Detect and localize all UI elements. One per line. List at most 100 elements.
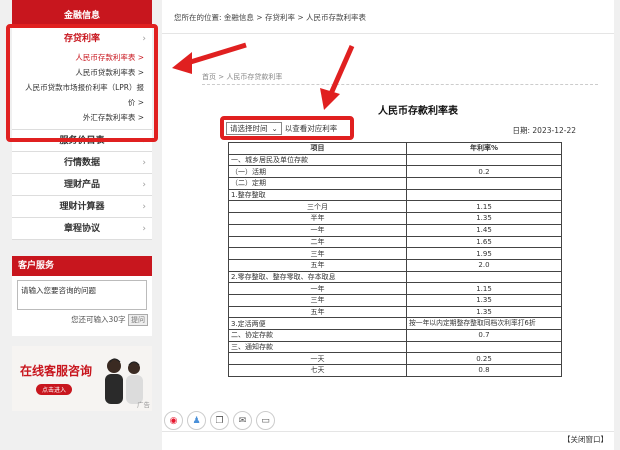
sidebar-menu: 存贷利率 › 人民币存款利率表 > 人民币贷款利率表 > 人民币贷款市场报价利率… xyxy=(12,26,152,240)
sidebar-item-wealth-products[interactable]: 理财产品 › xyxy=(12,174,152,196)
rate-item-cell: 三个月 xyxy=(228,200,407,214)
sidebar-item-agreements[interactable]: 章程协议 › xyxy=(12,218,152,240)
table-row: （一）活期 0.2 xyxy=(228,165,562,179)
inner-breadcrumb[interactable]: 首页 > 人民币存贷款利率 xyxy=(202,72,282,82)
rate-item-cell: 七天 xyxy=(228,364,407,377)
banner-enter-button[interactable]: 点击进入 xyxy=(36,384,73,395)
rate-value-cell: 1.35 xyxy=(406,305,562,319)
copy-icon[interactable]: ❐ xyxy=(210,411,229,430)
chevron-right-icon: › xyxy=(142,158,146,168)
table-row: 五年 1.35 xyxy=(228,305,562,319)
question-input[interactable]: 请输入您要咨询的问题 xyxy=(17,280,147,310)
rate-value-cell: 1.65 xyxy=(406,235,562,249)
main-panel: 您所在的位置: 金融信息 > 存贷利率 > 人民币存款利率表 首页 > 人民币存… xyxy=(162,0,614,450)
col-header-rate: 年利率% xyxy=(406,142,562,155)
table-body: 一、城乡居民及单位存款 （一）活期 0.2 （二）定期 1.整存整取 三个月 1.15 半年 1… xyxy=(228,153,562,377)
chat-icon[interactable]: ▭ xyxy=(256,411,275,430)
sidebar-item-service-prices[interactable]: 服务价目表 › xyxy=(12,130,152,152)
deposit-loan-title: 存贷利率 xyxy=(63,34,100,44)
rate-item-cell: 三年 xyxy=(228,293,407,307)
rate-value-cell: 0.2 xyxy=(406,165,562,179)
sidebar-item-market-data[interactable]: 行情数据 › xyxy=(12,152,152,174)
rate-value-cell: 1.35 xyxy=(406,212,562,225)
question-footer: 您还可输入30字 提问 xyxy=(12,314,152,326)
rate-item-cell: （二）定期 xyxy=(228,177,407,190)
rate-value-cell: 按一年以内定期整存整取同档次利率打6折 xyxy=(406,317,562,330)
table-row: 3.定活两便 按一年以内定期整存整取同档次利率打6折 xyxy=(228,317,562,330)
rate-item-cell: 3.定活两便 xyxy=(228,317,407,330)
sidebar-subitem-rmb-deposit-rates[interactable]: 人民币存款利率表 > xyxy=(12,50,152,65)
rate-value-cell: 1.35 xyxy=(406,293,562,307)
close-window-button[interactable]: 【关闭窗口】 xyxy=(563,434,608,445)
chevron-right-icon: › xyxy=(142,34,146,44)
rate-value-cell xyxy=(406,270,562,284)
mail-icon[interactable]: ✉ xyxy=(233,411,252,430)
table-row: 三个月 1.15 xyxy=(228,200,562,214)
table-row: 三年 1.95 xyxy=(228,247,562,260)
ad-label: 广告 xyxy=(137,401,150,409)
menu-label: 服务价目表 xyxy=(59,136,105,146)
sidebar-subitem-lpr-cont[interactable]: 价 > xyxy=(12,95,152,110)
sidebar-item-deposit-loan-rates[interactable]: 存贷利率 › xyxy=(12,28,152,50)
table-row: 三、通知存款 xyxy=(228,340,562,354)
sidebar-item-wealth-calculator[interactable]: 理财计算器 › xyxy=(12,196,152,218)
rate-item-cell: 1.整存整取 xyxy=(228,188,407,202)
rate-value-cell xyxy=(406,177,562,190)
sidebar-subitem-lpr[interactable]: 人民币贷款市场报价利率（LPR）报 xyxy=(12,80,152,95)
rate-item-cell: 一年 xyxy=(228,223,407,237)
table-row: （二）定期 xyxy=(228,177,562,190)
date-line: 日期: 2023-12-22 xyxy=(512,125,576,136)
ask-button[interactable]: 提问 xyxy=(128,314,148,326)
rate-item-cell: 五年 xyxy=(228,258,407,272)
rate-value-cell: 1.95 xyxy=(406,247,562,260)
chevron-right-icon: › xyxy=(142,180,146,190)
date-value: 2023-12-22 xyxy=(532,126,576,135)
left-sidebar: 金融信息 存贷利率 › 人民币存款利率表 > 人民币贷款利率表 > 人民币贷款市… xyxy=(12,0,152,450)
share-toolbar: ◉ ♟ ❐ ✉ ▭ xyxy=(164,411,275,430)
table-row: 七天 0.8 xyxy=(228,364,562,377)
weibo-icon[interactable]: ◉ xyxy=(164,411,183,430)
rate-item-cell: 一天 xyxy=(228,352,407,366)
rate-item-cell: 二、协定存款 xyxy=(228,329,407,342)
table-row: 一天 0.25 xyxy=(228,352,562,366)
page-title: 人民币存款利率表 xyxy=(378,106,458,117)
deposit-loan-group: 存贷利率 › 人民币存款利率表 > 人民币贷款利率表 > 人民币贷款市场报价利率… xyxy=(12,26,152,130)
dashed-divider xyxy=(202,84,598,85)
qq-icon[interactable]: ♟ xyxy=(187,411,206,430)
table-row: 三年 1.35 xyxy=(228,293,562,307)
rate-item-cell: 五年 xyxy=(228,305,407,319)
rate-item-cell: 2.零存整取、整存零取、存本取息 xyxy=(228,270,407,284)
rate-item-cell: 二年 xyxy=(228,235,407,249)
rate-value-cell: 0.8 xyxy=(406,364,562,377)
rate-value-cell xyxy=(406,340,562,354)
sidebar-subitem-rmb-loan-rates[interactable]: 人民币贷款利率表 > xyxy=(12,65,152,80)
rate-item-cell: 三年 xyxy=(228,247,407,260)
rate-value-cell: 1.15 xyxy=(406,200,562,214)
table-row: 二、协定存款 0.7 xyxy=(228,329,562,342)
table-row: 1.整存整取 xyxy=(228,188,562,202)
table-row: 五年 2.0 xyxy=(228,258,562,272)
table-row: 半年 1.35 xyxy=(228,212,562,225)
divider xyxy=(162,33,614,34)
col-header-item: 项目 xyxy=(228,142,407,155)
deposit-rate-table: 项目 年利率% 一、城乡居民及单位存款 （一）活期 0.2 （二）定期 1.整存整取 三个… xyxy=(228,142,562,377)
banner-title: 在线客服咨询 xyxy=(20,364,93,378)
chevron-right-icon: › xyxy=(142,202,146,212)
rate-value-cell: 2.0 xyxy=(406,258,562,272)
table-header-row: 项目 年利率% xyxy=(228,142,562,155)
table-row: 一年 1.45 xyxy=(228,223,562,237)
rate-item-cell: （一）活期 xyxy=(228,165,407,179)
sidebar-subitem-forex-deposit-rates[interactable]: 外汇存款利率表 > xyxy=(12,110,152,125)
select-hint: 以查看对应利率 xyxy=(284,124,338,133)
online-service-banner[interactable]: 在线客服咨询 点击进入 广告 xyxy=(12,346,152,411)
rate-item-cell: 一年 xyxy=(228,282,407,295)
time-select-row: 请选择时间 ⌄ 以查看对应利率 xyxy=(226,122,337,135)
table-row: 一年 1.15 xyxy=(228,282,562,295)
menu-label: 理财计算器 xyxy=(59,202,105,212)
rate-value-cell: 1.15 xyxy=(406,282,562,295)
rate-item-cell: 半年 xyxy=(228,212,407,225)
table-row: 一、城乡居民及单位存款 xyxy=(228,153,562,167)
time-select[interactable]: 请选择时间 ⌄ xyxy=(226,122,282,135)
finance-info-header: 金融信息 xyxy=(12,0,152,26)
customer-service-header: 客户服务 xyxy=(12,256,152,276)
